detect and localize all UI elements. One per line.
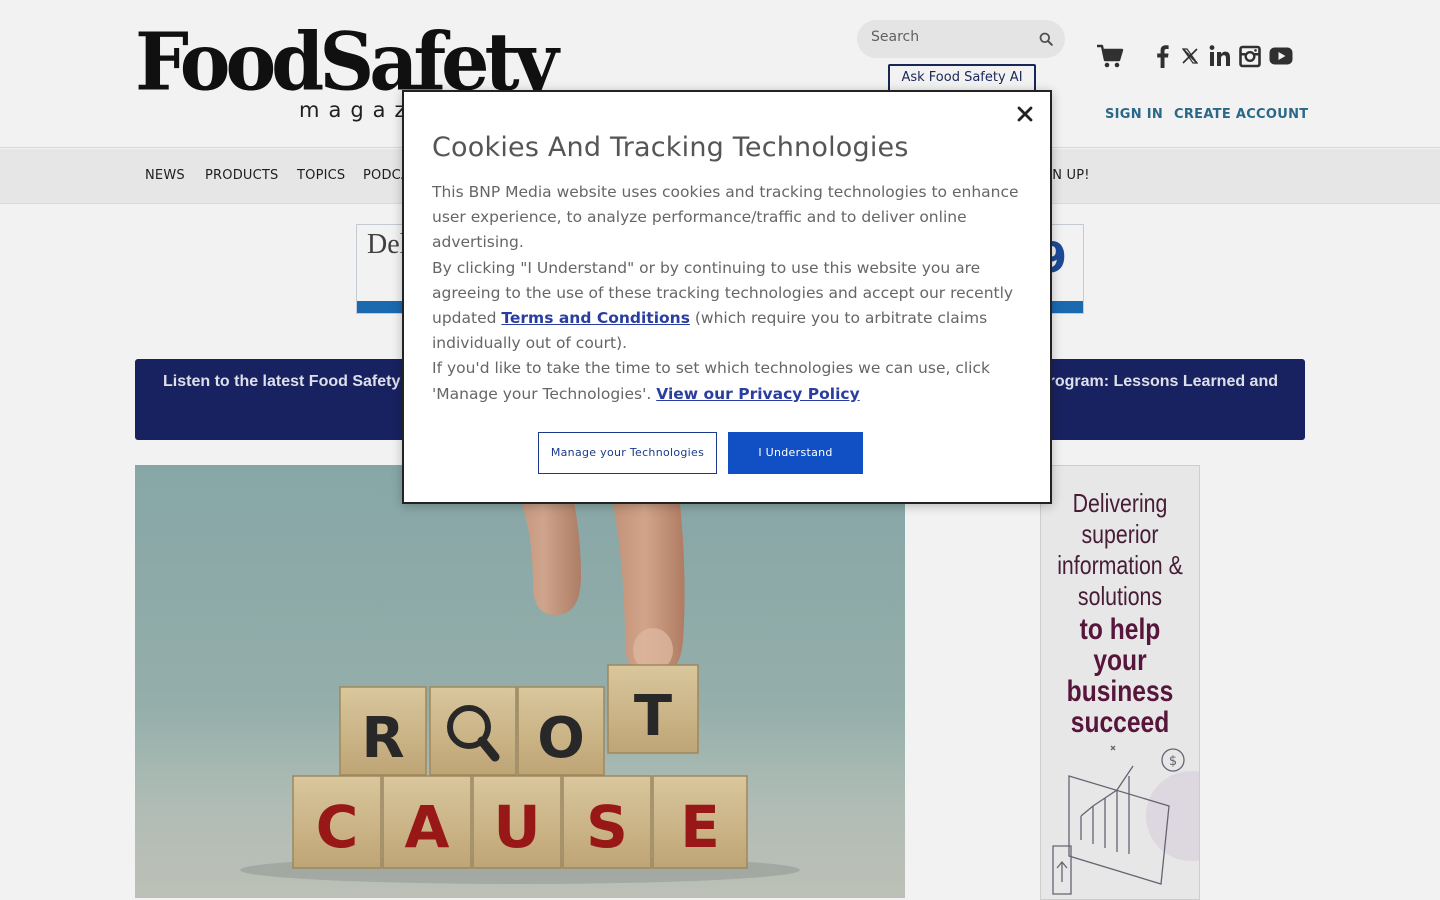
dialog-paragraph-2: By clicking "I Understand" or by continu…: [432, 256, 1022, 357]
close-icon[interactable]: [1013, 102, 1037, 126]
manage-technologies-button[interactable]: Manage your Technologies: [538, 432, 717, 474]
dialog-body: This BNP Media website uses cookies and …: [432, 180, 1022, 407]
dialog-title: Cookies And Tracking Technologies: [432, 132, 909, 163]
i-understand-button[interactable]: I Understand: [728, 432, 863, 474]
dialog-paragraph-1: This BNP Media website uses cookies and …: [432, 183, 1019, 252]
privacy-policy-link[interactable]: View our Privacy Policy: [656, 385, 859, 403]
cookie-consent-dialog: Cookies And Tracking Technologies This B…: [402, 90, 1052, 504]
terms-and-conditions-link[interactable]: Terms and Conditions: [501, 309, 690, 327]
dialog-paragraph-3: If you'd like to take the time to set wh…: [432, 356, 1022, 406]
